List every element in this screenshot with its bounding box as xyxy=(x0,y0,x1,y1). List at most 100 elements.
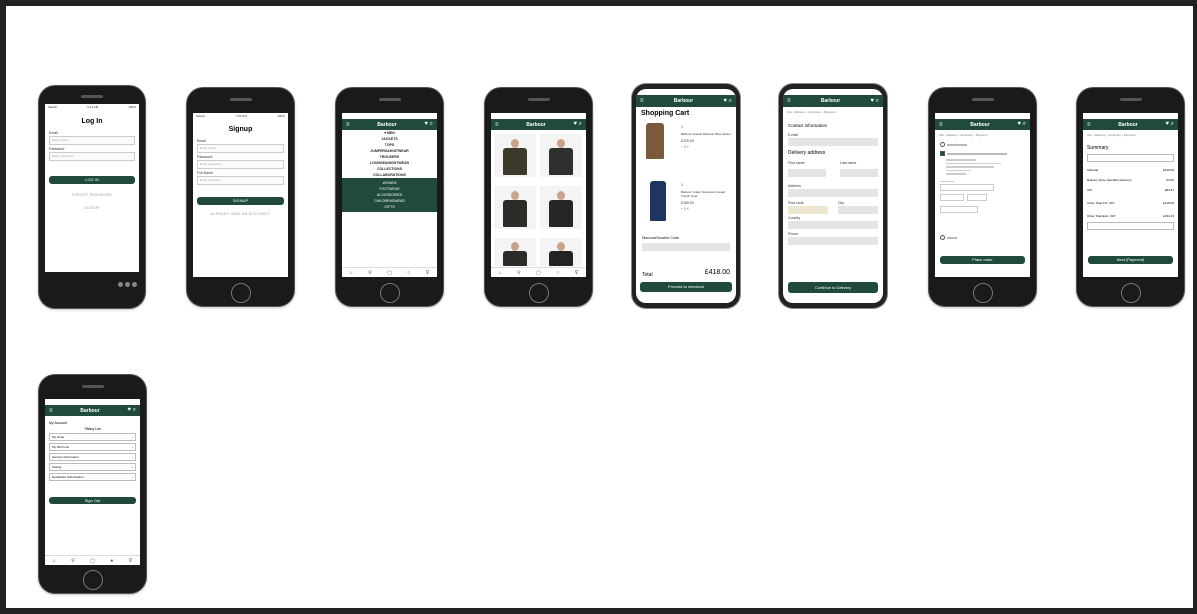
app-header: ≡ Barbour ♥ ⌕ xyxy=(45,405,140,416)
password-field[interactable]: Enter password... xyxy=(197,160,284,169)
signup-button[interactable]: SIGNUP xyxy=(197,197,284,205)
product-tile[interactable] xyxy=(540,238,582,266)
continue-button[interactable]: Continue to Delivery xyxy=(788,282,878,293)
location-icon[interactable]: ⚲ xyxy=(71,558,75,564)
crumb-summary[interactable]: Summary xyxy=(808,110,821,114)
crumb-payment[interactable]: Payment xyxy=(976,133,988,137)
card-field[interactable] xyxy=(940,184,994,191)
first-name-field[interactable] xyxy=(788,169,826,177)
heart-search-icons[interactable]: ♥ ⌕ xyxy=(1165,121,1174,128)
user-icon[interactable]: ● xyxy=(110,558,113,564)
hamburger-icon[interactable]: ≡ xyxy=(346,122,350,128)
home-button[interactable] xyxy=(379,283,400,303)
delivery-options xyxy=(935,142,1030,240)
product-tile[interactable] xyxy=(494,238,536,266)
location-icon[interactable]: ⚲ xyxy=(517,270,521,276)
user-icon[interactable]: ○ xyxy=(556,270,559,276)
product-tile[interactable] xyxy=(494,134,536,177)
email-field[interactable] xyxy=(788,138,878,146)
home-button[interactable] xyxy=(230,283,251,303)
fullname-field[interactable]: Enter full name... xyxy=(197,176,284,185)
expiry-field[interactable] xyxy=(940,194,964,201)
country-field[interactable] xyxy=(788,221,878,229)
discount-field[interactable] xyxy=(642,243,730,251)
hamburger-icon[interactable]: ≡ xyxy=(939,122,943,128)
home-button[interactable] xyxy=(82,570,103,590)
name-field[interactable] xyxy=(940,206,978,213)
bag-icon[interactable]: ▢ xyxy=(90,558,95,564)
cart-icon[interactable]: ⊽ xyxy=(575,270,579,276)
account-row[interactable]: Setting › xyxy=(49,463,136,471)
promo-field[interactable] xyxy=(1087,222,1174,230)
home-icon[interactable]: ⌂ xyxy=(350,270,353,276)
checkbox[interactable] xyxy=(940,151,945,156)
qty-stepper[interactable]: − 1 + xyxy=(681,145,731,149)
account-row[interactable]: My Wish List › xyxy=(49,443,136,451)
app-header: ≡ Barbour ♥ ⌕ xyxy=(491,119,586,130)
radio-option[interactable] xyxy=(940,235,945,240)
product-tile[interactable] xyxy=(494,186,536,229)
crumb-payment[interactable]: Payment xyxy=(824,110,836,114)
signup-link[interactable]: SIGNUP xyxy=(49,206,135,210)
cvv-field[interactable] xyxy=(967,194,987,201)
location-icon[interactable]: ⚲ xyxy=(368,270,372,276)
heart-search-icons[interactable]: ♥ ⌕ xyxy=(573,121,582,128)
address-field[interactable] xyxy=(788,189,878,197)
account-row[interactable]: My Order › xyxy=(49,433,136,441)
heart-search-icons[interactable]: ♥ ⌕ xyxy=(424,121,433,128)
radio-option[interactable] xyxy=(940,142,945,147)
page-title: Signup xyxy=(228,126,253,133)
crumb-info[interactable]: Info xyxy=(1087,133,1092,137)
email-field[interactable]: Enter email... xyxy=(197,144,284,153)
heart-search-icons[interactable]: ♥ ⌕ xyxy=(723,98,732,105)
hamburger-icon[interactable]: ≡ xyxy=(1087,122,1091,128)
checkout-button[interactable]: Process to checkout xyxy=(640,282,732,292)
phone-field[interactable] xyxy=(788,237,878,245)
item-price: £229.00 xyxy=(681,139,694,143)
email-field[interactable]: Enter email... xyxy=(49,136,135,145)
heart-search-icons[interactable]: ♥ ⌕ xyxy=(127,407,136,414)
user-icon[interactable]: ○ xyxy=(407,270,410,276)
crumb-payment[interactable]: Payment xyxy=(1124,133,1136,137)
crumb-info[interactable]: Info xyxy=(939,133,944,137)
crumb-delivery[interactable]: Delivery xyxy=(795,110,806,114)
menu-item-dark[interactable]: GIFTS xyxy=(342,204,437,210)
forgot-password-link[interactable]: FORGOT PASSWORD xyxy=(49,193,135,197)
product-tile[interactable] xyxy=(540,186,582,229)
last-name-field[interactable] xyxy=(840,169,878,177)
cart-icon[interactable]: ⊽ xyxy=(129,558,133,564)
place-order-button[interactable]: Place order xyxy=(940,256,1025,264)
cart-icon[interactable]: ⊽ xyxy=(426,270,430,276)
bag-icon[interactable]: ▢ xyxy=(536,270,541,276)
home-button[interactable] xyxy=(1120,283,1141,303)
account-heading: My Account xyxy=(49,421,68,425)
hamburger-icon[interactable]: ≡ xyxy=(495,122,499,128)
delivery-select[interactable] xyxy=(1087,154,1174,162)
bag-icon[interactable]: ▢ xyxy=(387,270,392,276)
postcode-field[interactable] xyxy=(788,206,828,214)
signout-button[interactable]: Sign Out xyxy=(49,497,136,504)
hamburger-icon[interactable]: ≡ xyxy=(787,98,791,104)
home-icon[interactable]: ⌂ xyxy=(53,558,56,564)
heart-search-icons[interactable]: ♥ ⌕ xyxy=(870,98,879,105)
hamburger-icon[interactable]: ≡ xyxy=(640,98,644,104)
home-button[interactable] xyxy=(528,283,549,303)
login-button[interactable]: LOG IN xyxy=(49,176,135,184)
qty-stepper[interactable]: − 1 + xyxy=(681,207,731,211)
city-field[interactable] xyxy=(838,206,878,214)
hamburger-icon[interactable]: ≡ xyxy=(49,408,53,414)
product-tile[interactable] xyxy=(540,134,582,177)
crumb-delivery[interactable]: Delivery xyxy=(1095,133,1106,137)
crumb-summary[interactable]: Summary xyxy=(1108,133,1121,137)
crumb-delivery[interactable]: Delivery xyxy=(947,133,958,137)
home-icon[interactable]: ⌂ xyxy=(499,270,502,276)
password-field[interactable]: Enter password... xyxy=(49,152,135,161)
next-payment-button[interactable]: Next (Payment) xyxy=(1088,256,1173,264)
crumb-info[interactable]: Info xyxy=(787,110,792,114)
home-button[interactable] xyxy=(972,283,993,303)
have-account-link[interactable]: ALREADY HAVE AN ACCOUNT? xyxy=(197,212,284,216)
heart-search-icons[interactable]: ♥ ⌕ xyxy=(1017,121,1026,128)
account-row[interactable]: Newsletter Subscription › xyxy=(49,473,136,481)
account-row[interactable]: Account Information › xyxy=(49,453,136,461)
crumb-summary[interactable]: Summary xyxy=(960,133,973,137)
